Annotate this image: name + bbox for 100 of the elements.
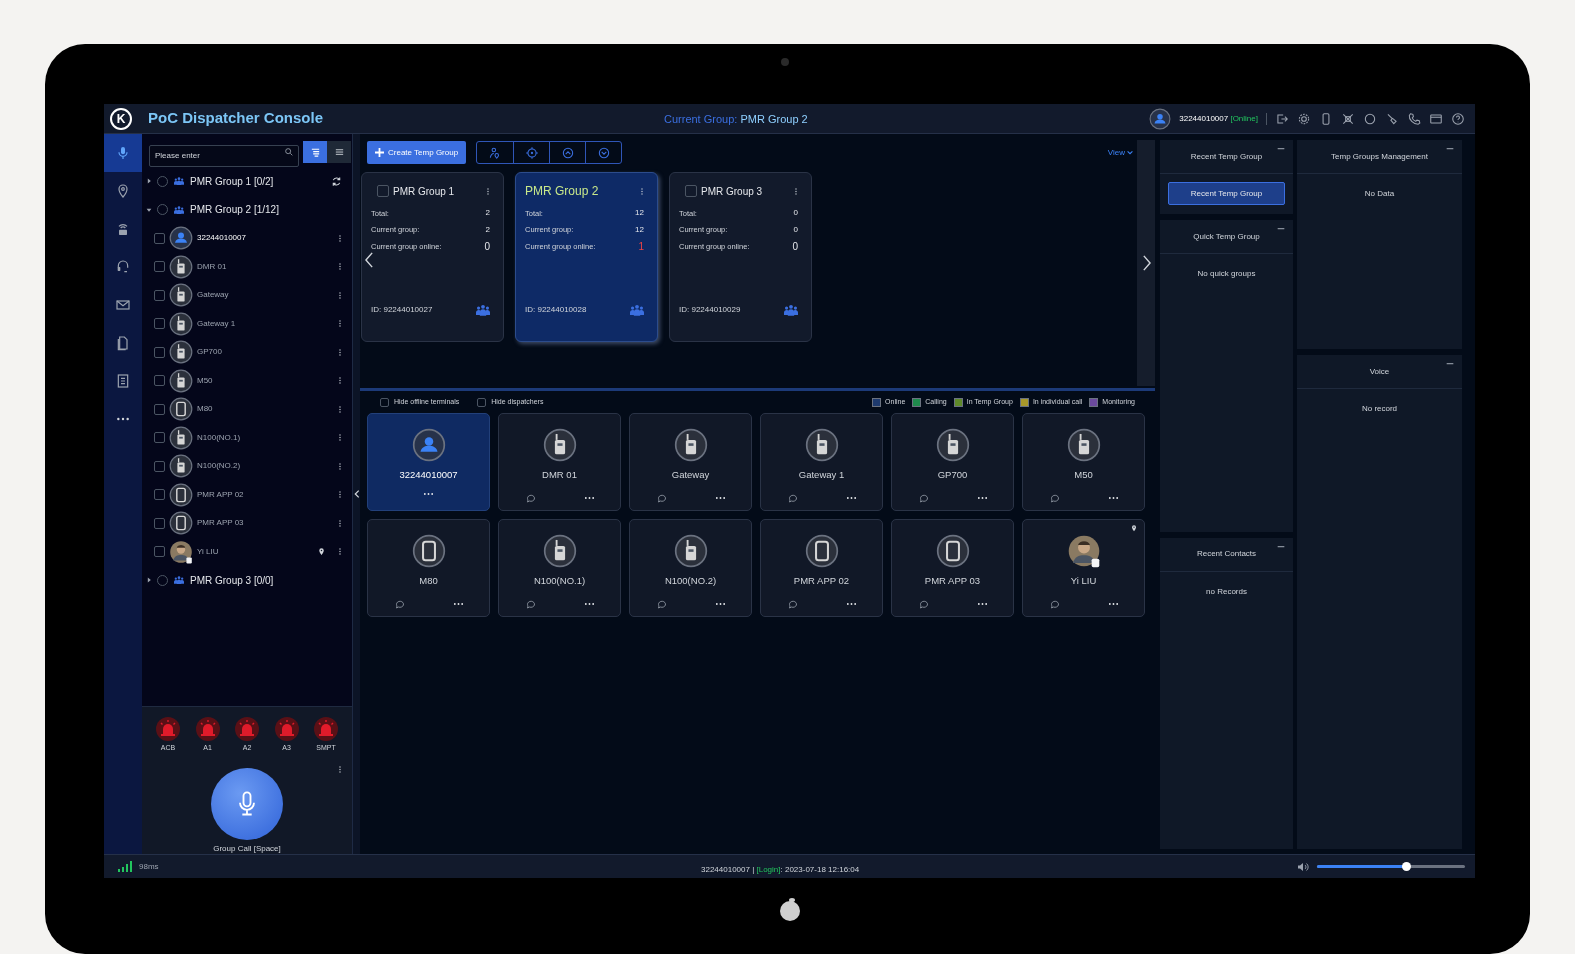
recent-temp-group-button[interactable]: Recent Temp Group [1168,182,1285,205]
terminal-tile[interactable]: M80 [367,519,490,617]
view-menu[interactable]: View [1107,146,1133,159]
checkbox[interactable] [154,517,165,529]
chat-icon[interactable] [524,492,537,505]
terminal-tile[interactable]: N100(NO.1) [498,519,621,617]
member-row[interactable]: Gateway [142,281,340,310]
group-members-icon[interactable] [782,303,800,317]
create-temp-group-button[interactable]: Create Temp Group [367,141,467,164]
slider-thumb[interactable] [1401,862,1411,871]
checkbox[interactable] [154,261,165,273]
rail-item[interactable] [104,134,142,172]
member-row[interactable]: N100(NO.1) [142,423,340,452]
chat-icon[interactable] [393,598,406,611]
siren-icon[interactable] [274,717,299,741]
chat-icon[interactable] [1048,598,1061,611]
terminal-tile[interactable]: Gateway [629,413,752,511]
chat-icon[interactable] [917,598,930,611]
tree-group-row[interactable]: PMR Group 2 [1/12] [142,195,340,224]
terminal-tile[interactable]: 32244010007 [367,413,490,511]
terminal-tile[interactable]: Yi LIU [1022,519,1145,617]
more-icon[interactable] [583,602,595,607]
checkbox[interactable] [377,185,389,197]
group-members-icon[interactable] [474,303,492,317]
help-icon[interactable] [1451,111,1465,126]
chat-icon[interactable] [655,598,668,611]
member-row[interactable]: N100(NO.2) [142,452,340,481]
minimize-icon[interactable] [1446,147,1454,150]
minimize-icon[interactable] [1446,362,1454,365]
member-row[interactable]: M80 [142,395,340,424]
terminal-tile[interactable]: PMR APP 02 [760,519,883,617]
checkbox[interactable] [154,489,165,501]
terminal-tile[interactable]: M50 [1022,413,1145,511]
volume-slider[interactable] [1317,862,1465,871]
checkbox[interactable] [380,397,389,407]
member-row[interactable]: 32244010007 [142,224,340,253]
more-icon[interactable] [1107,496,1119,501]
settings-icon[interactable] [1297,111,1311,126]
more-icon[interactable] [976,602,988,607]
call-icon[interactable] [1407,111,1421,126]
siren-icon[interactable] [195,717,220,741]
member-row[interactable]: Yi LIU [142,537,340,566]
chat-icon[interactable] [655,492,668,505]
checkbox[interactable] [154,232,165,244]
member-row[interactable]: PMR APP 03 [142,509,340,538]
member-row[interactable]: Gateway 1 [142,309,340,338]
phone-icon[interactable] [1319,111,1333,126]
terminal-tile[interactable]: DMR 01 [498,413,621,511]
more-icon[interactable] [583,496,595,501]
member-row[interactable]: M50 [142,366,340,395]
checkbox[interactable] [154,318,165,330]
group-members-icon[interactable] [628,303,646,317]
siren-icon[interactable] [235,717,259,741]
chat-icon[interactable] [786,492,799,505]
more-icon[interactable] [423,492,434,497]
checkbox[interactable] [154,546,165,558]
terminal-tile[interactable]: Gateway 1 [760,413,883,511]
tool-icon[interactable] [1385,111,1399,126]
tree-group-row[interactable]: PMR Group 3 [0/0] [142,566,340,595]
more-icon[interactable] [976,496,988,501]
list-view-button[interactable] [327,141,351,163]
chat-icon[interactable] [1048,492,1061,505]
more-icon[interactable] [452,602,464,607]
search-field[interactable]: Please enter [149,144,299,167]
logout-icon[interactable] [1275,111,1289,126]
checkbox[interactable] [154,346,165,358]
chat-icon[interactable] [786,598,799,611]
tree-view-button[interactable] [303,141,327,163]
chat-icon[interactable] [524,598,537,611]
circle-icon[interactable] [1363,111,1377,126]
checkbox[interactable] [154,460,165,472]
checkbox[interactable] [477,397,487,407]
member-row[interactable]: PMR APP 02 [142,480,340,509]
checkbox[interactable] [154,432,165,444]
checkbox[interactable] [154,375,165,387]
member-row[interactable]: DMR 01 [142,252,340,281]
siren-icon[interactable] [156,717,180,741]
refresh-icon[interactable] [331,175,342,187]
more-icon[interactable] [1107,602,1119,607]
more-icon[interactable] [845,496,857,501]
crosshair-icon[interactable] [1341,111,1355,126]
more-icon[interactable] [714,602,726,607]
more-icon[interactable] [714,496,726,501]
terminal-tile[interactable]: N100(NO.2) [629,519,752,617]
window-icon[interactable] [1429,111,1443,126]
checkbox[interactable] [154,289,165,301]
chat-icon[interactable] [917,492,930,505]
minimize-icon[interactable] [1277,147,1285,150]
terminal-tile[interactable]: GP700 [891,413,1014,511]
checkbox[interactable] [154,403,165,415]
checkbox[interactable] [685,185,697,197]
minimize-icon[interactable] [1277,227,1285,230]
microphone-icon [115,145,131,161]
member-row[interactable]: GP700 [142,338,340,367]
tree-group-row[interactable]: PMR Group 1 [0/2] [142,167,340,196]
collapse-icon[interactable] [353,490,360,498]
more-icon[interactable] [845,602,857,607]
terminal-tile[interactable]: PMR APP 03 [891,519,1014,617]
minimize-icon[interactable] [1277,544,1285,548]
siren-icon[interactable] [314,717,338,741]
